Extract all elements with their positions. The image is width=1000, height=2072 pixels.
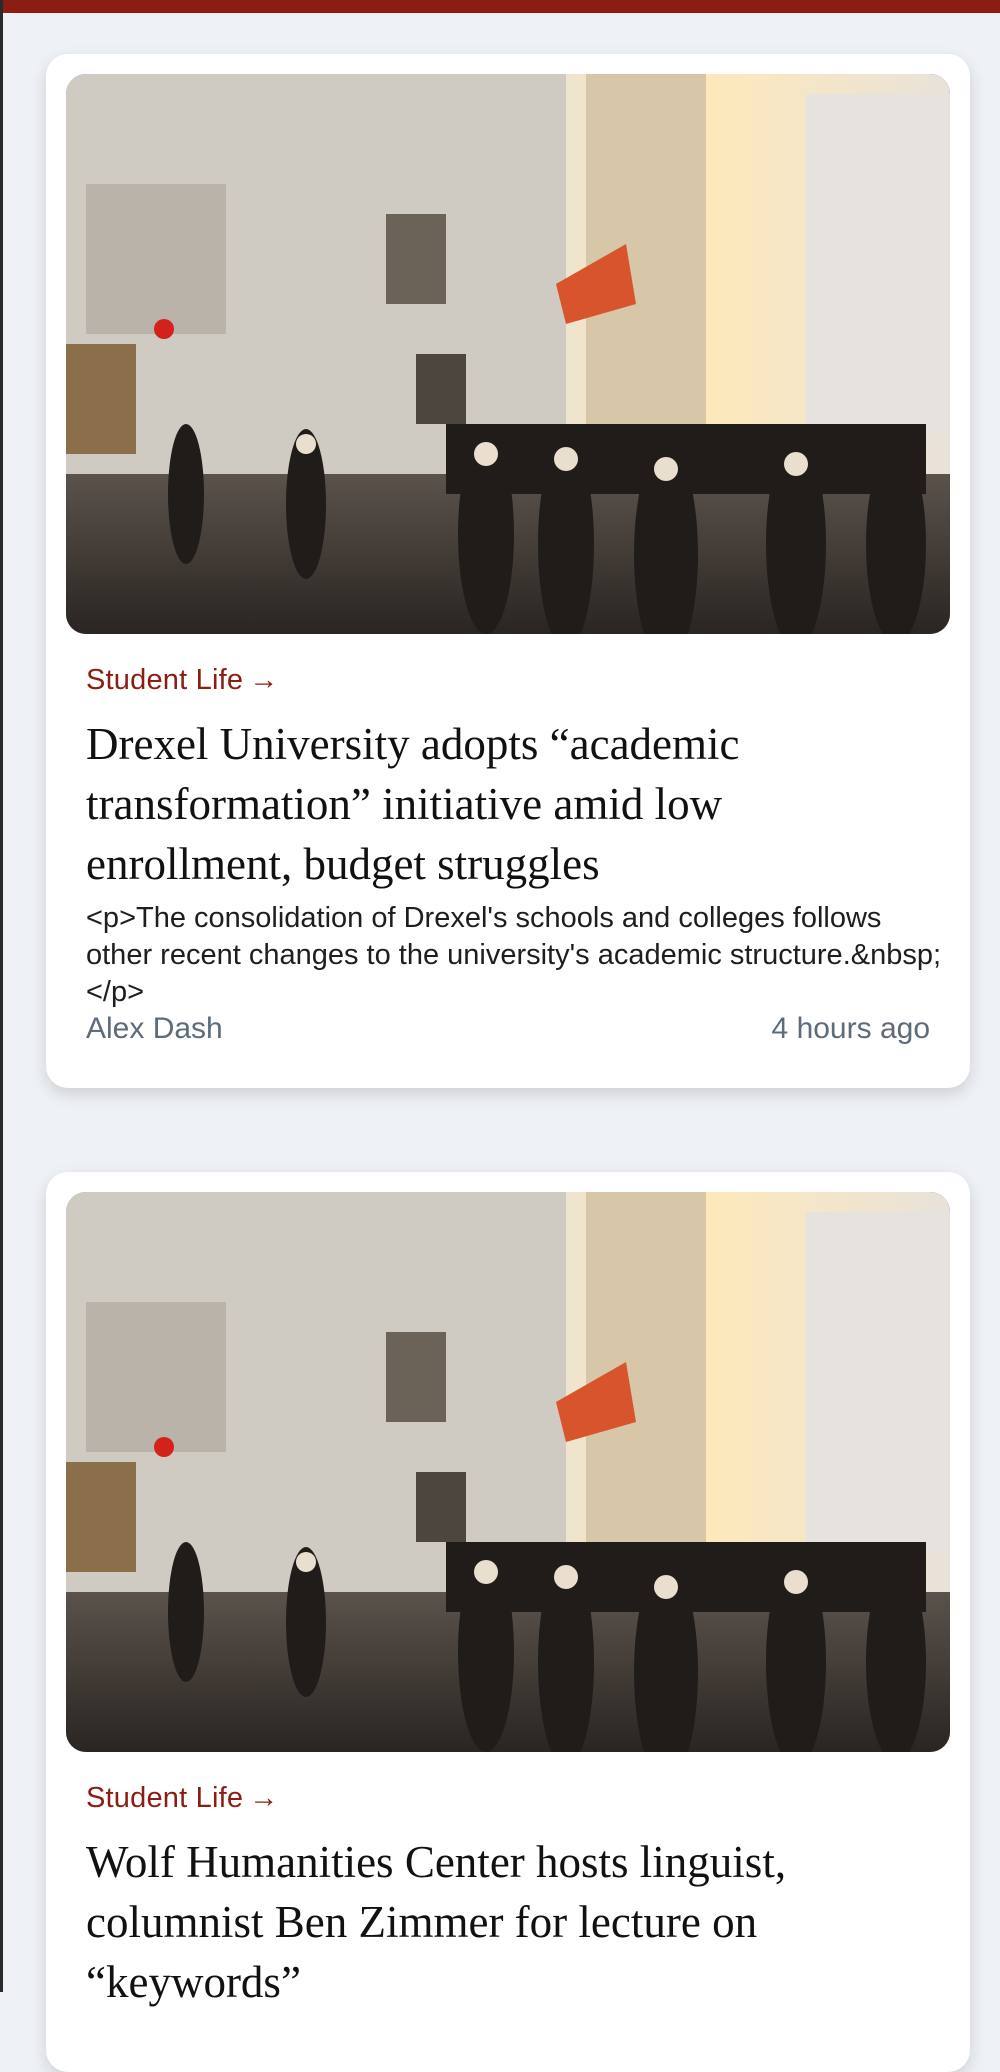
category-link[interactable]: Student Life → bbox=[86, 1782, 278, 1815]
street-crowd-photo bbox=[66, 74, 950, 634]
left-edge-border bbox=[0, 0, 3, 1992]
article-image[interactable] bbox=[66, 1192, 950, 1752]
article-card[interactable]: Student Life → Wolf Humanities Center hos… bbox=[46, 1172, 970, 2072]
article-excerpt: <p>The consolidation of Drexel's schools… bbox=[86, 902, 942, 1008]
category-label: Student Life bbox=[86, 1782, 244, 1814]
category-label: Student Life bbox=[86, 664, 244, 696]
street-crowd-photo bbox=[66, 1192, 950, 1752]
article-timestamp: 4 hours ago bbox=[771, 1012, 930, 1045]
top-accent-bar bbox=[0, 0, 1000, 13]
arrow-right-icon: → bbox=[249, 1782, 279, 1814]
article-author[interactable]: Alex Dash bbox=[86, 1012, 223, 1046]
category-link[interactable]: Student Life → bbox=[86, 664, 278, 697]
article-image[interactable] bbox=[66, 74, 950, 634]
article-title[interactable]: Wolf Humanities Center hosts linguist, c… bbox=[86, 1832, 936, 2012]
article-card[interactable]: Student Life → Drexel University adopts “… bbox=[46, 54, 970, 1088]
arrow-right-icon: → bbox=[249, 664, 279, 696]
article-title[interactable]: Drexel University adopts “academic trans… bbox=[86, 714, 936, 894]
